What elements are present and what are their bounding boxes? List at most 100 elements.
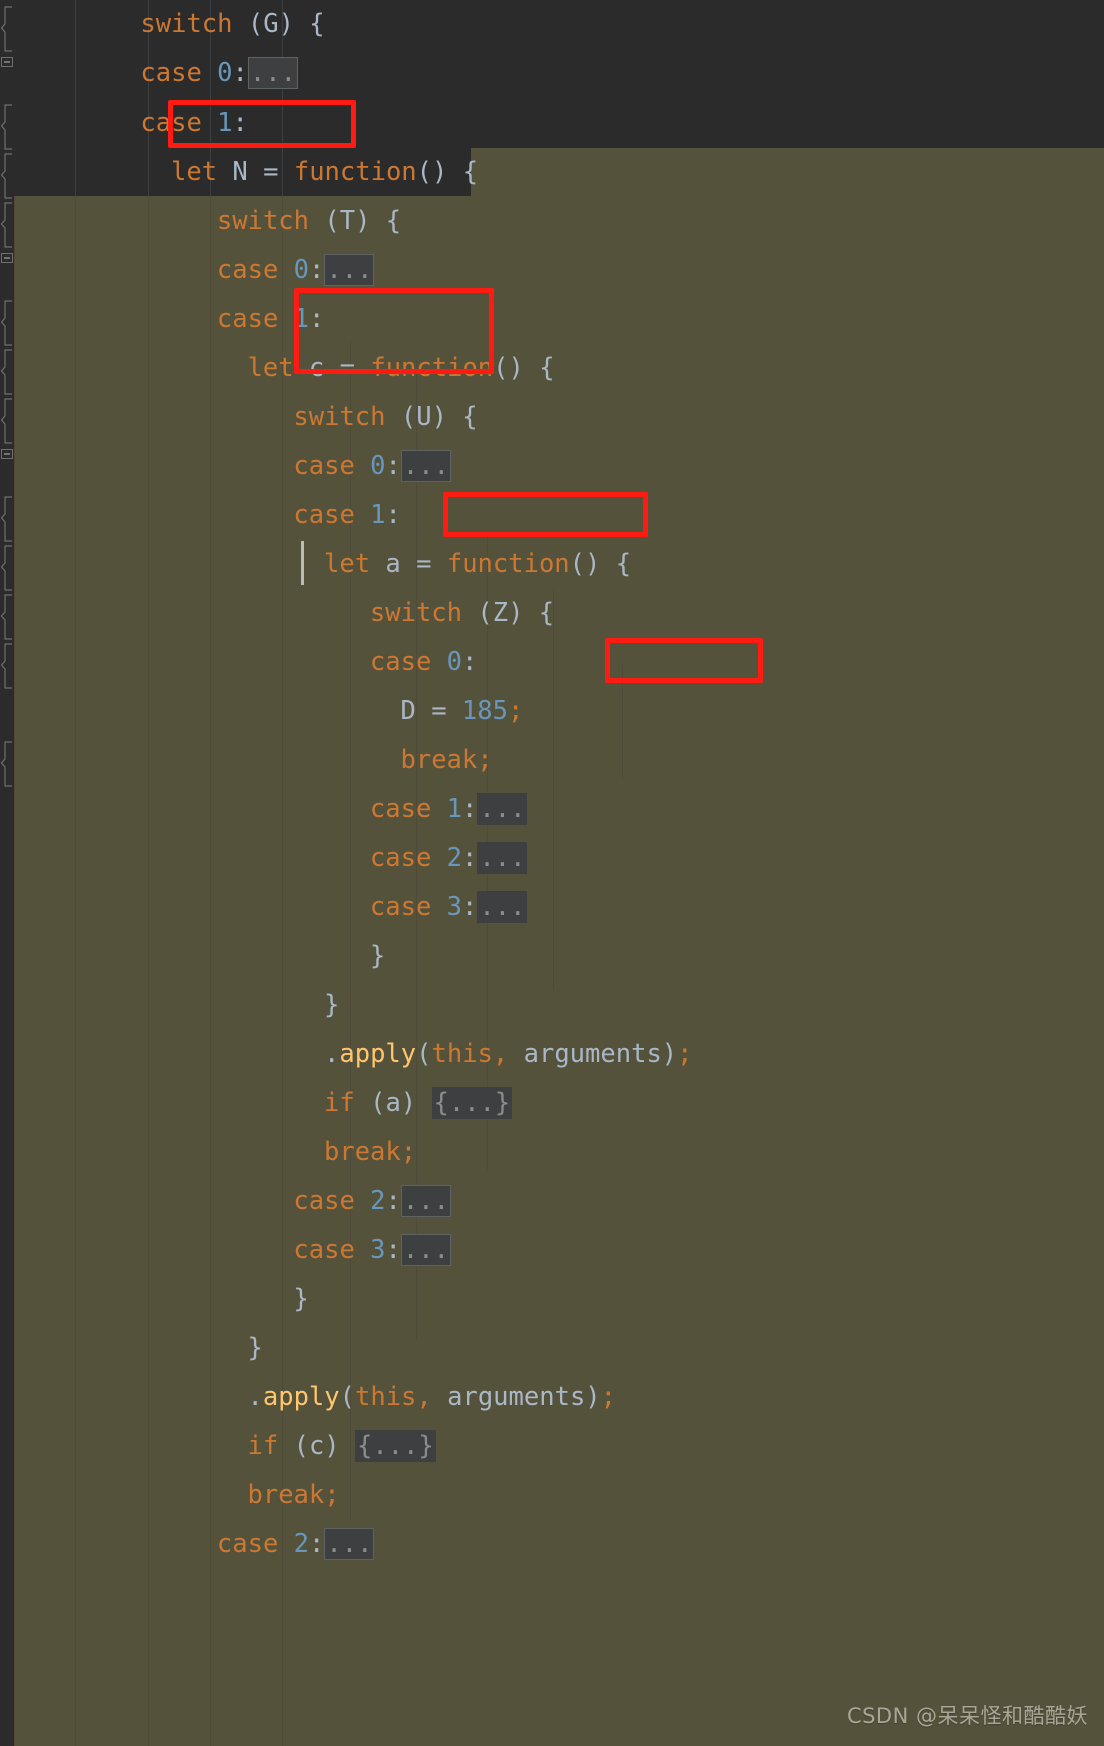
code-token: 3	[370, 1235, 386, 1265]
code-token: (	[339, 1382, 355, 1412]
code-line[interactable]: case 1:	[0, 491, 1104, 540]
folded-code-placeholder[interactable]: ...	[324, 1528, 375, 1560]
code-token: :	[462, 794, 478, 824]
folded-code-placeholder[interactable]: ...	[247, 57, 298, 89]
code-token: =	[247, 157, 294, 187]
code-token: ) {	[431, 402, 478, 432]
code-token: ;	[477, 745, 493, 775]
folded-block-placeholder[interactable]: {...}	[355, 1430, 436, 1462]
code-token: :	[232, 108, 248, 138]
code-line[interactable]: let c = function() {	[0, 344, 1104, 393]
code-token: break	[400, 745, 478, 775]
code-token: let	[171, 157, 218, 187]
code-token: function	[370, 353, 494, 383]
folded-code-placeholder[interactable]: ...	[400, 1185, 451, 1217]
code-line[interactable]: let N = function() {	[0, 148, 1104, 197]
code-line[interactable]: switch (U) {	[0, 393, 1104, 442]
code-line[interactable]: switch (G) {	[0, 0, 1104, 49]
folded-code-placeholder[interactable]: ...	[324, 254, 375, 286]
folded-code-placeholder[interactable]: ...	[477, 842, 528, 874]
code-line[interactable]: }	[0, 1275, 1104, 1324]
code-line[interactable]: case 0:...	[0, 442, 1104, 491]
folded-code-placeholder[interactable]: ...	[477, 793, 528, 825]
code-token: U	[416, 402, 432, 432]
code-line[interactable]: }	[0, 932, 1104, 981]
code-token: ) {	[278, 9, 325, 39]
code-token: case	[369, 843, 432, 873]
code-line[interactable]: }	[0, 981, 1104, 1030]
code-line[interactable]: break;	[0, 1471, 1104, 1520]
code-line[interactable]: case 0:	[0, 638, 1104, 687]
code-line[interactable]: case 2:...	[0, 1520, 1104, 1569]
code-line[interactable]: case 3:...	[0, 1226, 1104, 1275]
code-token: ) {	[355, 206, 402, 236]
folded-code-placeholder[interactable]: ...	[400, 450, 451, 482]
code-token: () {	[416, 157, 479, 187]
code-token: 2	[370, 1186, 386, 1216]
code-line[interactable]: case 3:...	[0, 883, 1104, 932]
code-line[interactable]: case 2:...	[0, 834, 1104, 883]
code-token: (	[324, 206, 340, 236]
code-token: 0	[370, 451, 386, 481]
code-line[interactable]: case 1:...	[0, 785, 1104, 834]
code-token: (	[400, 402, 417, 432]
code-token: break	[247, 1480, 325, 1510]
code-line[interactable]: D = 185;	[0, 687, 1104, 736]
code-token: let	[324, 549, 371, 579]
code-token: () {	[569, 549, 632, 579]
code-token: 3	[446, 892, 463, 922]
code-line[interactable]: switch (Z) {	[0, 589, 1104, 638]
folded-block-placeholder[interactable]: {...}	[431, 1087, 513, 1119]
code-line[interactable]: .apply(this, arguments);	[0, 1373, 1104, 1422]
code-line[interactable]: case 0:...	[0, 49, 1104, 98]
code-token: :	[462, 647, 478, 677]
code-token: (	[293, 1431, 309, 1461]
code-token: ;	[600, 1382, 617, 1412]
code-line[interactable]: }	[0, 1324, 1104, 1373]
code-token: :	[232, 58, 248, 88]
code-token: 185	[461, 696, 508, 726]
code-token: a	[385, 549, 401, 579]
code-token: function	[293, 157, 417, 187]
code-token: apply	[339, 1039, 417, 1069]
code-line[interactable]: let a = function() {	[0, 540, 1104, 589]
folded-code-placeholder[interactable]: ...	[477, 891, 528, 923]
code-line[interactable]: .apply(this, arguments);	[0, 1030, 1104, 1079]
code-line[interactable]: case 1:	[0, 295, 1104, 344]
folded-code-placeholder[interactable]: ...	[400, 1234, 451, 1266]
code-line[interactable]: case 0:...	[0, 246, 1104, 295]
code-token: :	[385, 1186, 401, 1216]
code-token: }	[369, 941, 386, 971]
code-token: :	[462, 843, 478, 873]
code-line[interactable]: if (a) {...}	[0, 1079, 1104, 1128]
code-token: ,	[492, 1039, 509, 1069]
code-line[interactable]: break;	[0, 736, 1104, 785]
code-token: switch	[140, 9, 233, 39]
code-token: :	[385, 451, 401, 481]
code-line[interactable]: case 1:	[0, 99, 1104, 148]
code-line[interactable]: switch (T) {	[0, 197, 1104, 246]
code-token: ;	[507, 696, 524, 726]
code-editor[interactable]: switch (G) {case 0:... case 1: let N = fun…	[0, 0, 1104, 1746]
code-line[interactable]: if (c) {...}	[0, 1422, 1104, 1471]
code-token: (	[416, 1039, 432, 1069]
code-token: case	[369, 892, 432, 922]
code-token: )	[400, 1088, 432, 1118]
code-token: case	[216, 255, 279, 285]
code-line[interactable]: case 2:...	[0, 1177, 1104, 1226]
code-token: case	[369, 794, 432, 824]
code-line[interactable]: break;	[0, 1128, 1104, 1177]
